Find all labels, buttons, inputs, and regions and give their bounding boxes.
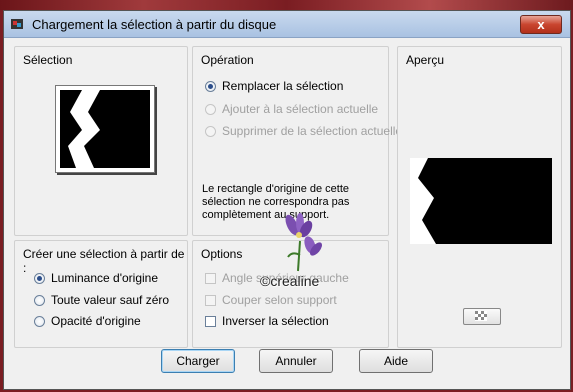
preview-panel-title: Aperçu — [406, 53, 445, 67]
operation-panel-title: Opération — [201, 53, 254, 67]
window-title: Chargement la sélection à partir du disq… — [32, 17, 277, 32]
transparency-button[interactable] — [463, 308, 501, 325]
radio-indicator — [205, 80, 216, 92]
preview-image — [410, 158, 552, 244]
radio-add-selection[interactable]: Ajouter à la sélection actuelle — [205, 102, 378, 116]
checkbox-indicator — [205, 272, 216, 284]
radio-label: Ajouter à la sélection actuelle — [222, 102, 379, 116]
selection-thumbnail-image — [60, 90, 150, 168]
radio-label: Remplacer la sélection — [222, 79, 344, 93]
title-bar: Chargement la sélection à partir du disq… — [4, 11, 570, 38]
radio-indicator — [205, 125, 216, 137]
selection-thumbnail[interactable] — [55, 85, 155, 173]
radio-indicator — [205, 103, 216, 115]
checkerboard-icon — [475, 311, 487, 321]
checkbox-invert-selection[interactable]: Inverser la sélection — [205, 314, 329, 328]
options-panel-title: Options — [201, 247, 243, 261]
checkbox-label: Couper selon support — [222, 293, 337, 307]
radio-remove-selection[interactable]: Supprimer de la sélection actuelle — [205, 124, 402, 138]
radio-label: Toute valeur sauf zéro — [51, 293, 170, 307]
radio-label: Opacité d'origine — [51, 314, 141, 328]
radio-indicator — [34, 272, 45, 284]
checkbox-indicator — [205, 294, 216, 306]
background-strip — [0, 0, 573, 10]
radio-original-luminance[interactable]: Luminance d'origine — [34, 271, 158, 285]
radio-replace-selection[interactable]: Remplacer la sélection — [205, 79, 343, 93]
radio-any-nonzero[interactable]: Toute valeur sauf zéro — [34, 293, 169, 307]
cancel-button[interactable]: Annuler — [259, 349, 333, 373]
radio-indicator — [34, 315, 45, 327]
iris-flower-icon — [285, 213, 322, 272]
load-button[interactable]: Charger — [161, 349, 235, 373]
dialog-window: Chargement la sélection à partir du disq… — [3, 10, 571, 390]
checkbox-label: Inverser la sélection — [222, 314, 329, 328]
radio-indicator — [34, 294, 45, 306]
radio-original-opacity[interactable]: Opacité d'origine — [34, 314, 141, 328]
selection-panel-title: Sélection — [23, 53, 73, 67]
radio-label: Supprimer de la sélection actuelle — [222, 124, 403, 138]
watermark-text: ©crealine — [260, 273, 320, 289]
checkbox-indicator — [205, 315, 216, 327]
app-icon — [11, 19, 23, 29]
radio-label: Luminance d'origine — [51, 271, 159, 285]
help-button[interactable]: Aide — [359, 349, 433, 373]
close-button[interactable]: x — [520, 15, 562, 34]
checkbox-crop-to-canvas[interactable]: Couper selon support — [205, 293, 337, 307]
